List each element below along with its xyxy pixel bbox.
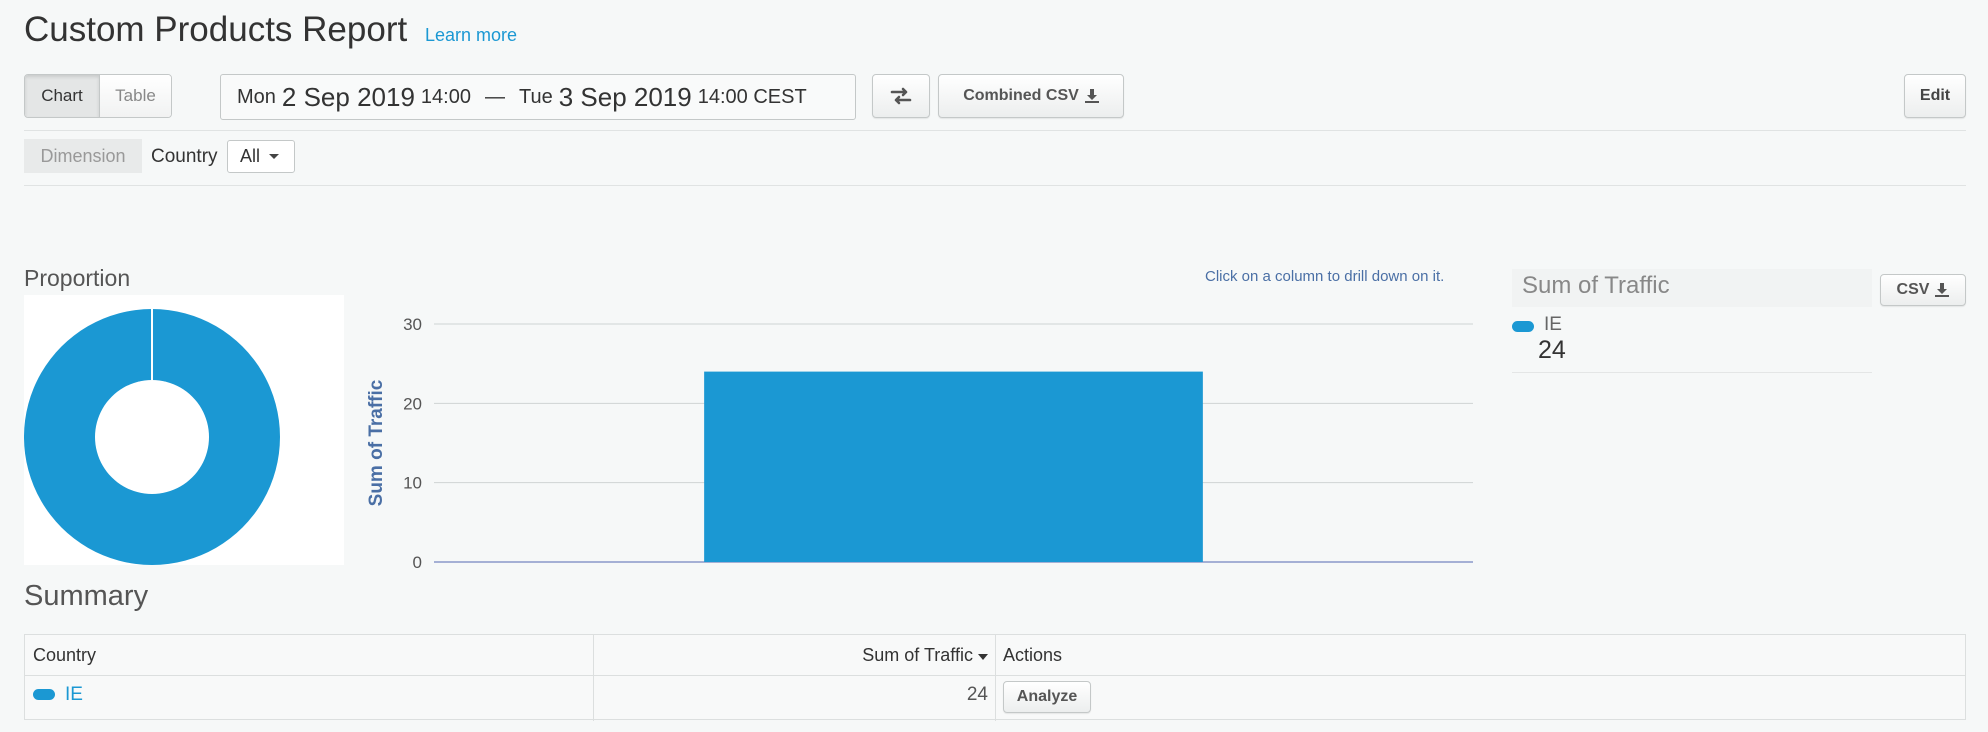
country-swatch <box>33 689 55 700</box>
sort-desc-icon <box>978 654 988 660</box>
end-day: Tue <box>518 85 553 108</box>
table-row: IE 24 Analyze <box>25 676 1965 720</box>
legend-panel-title: Sum of Traffic <box>1512 269 1872 307</box>
swap-button[interactable] <box>872 74 930 118</box>
tab-table[interactable]: Table <box>100 75 171 117</box>
combined-csv-button[interactable]: Combined CSV <box>938 74 1124 118</box>
start-day: Mon <box>237 85 276 108</box>
end-time: 14:00 CEST <box>697 85 807 108</box>
edit-button[interactable]: Edit <box>1904 74 1966 118</box>
y-tick-label: 20 <box>403 394 422 413</box>
start-time: 14:00 <box>420 85 471 108</box>
summary-header-row: Country Sum of Traffic Actions <box>25 635 1965 721</box>
start-date: 2 Sep 2019 <box>281 81 415 112</box>
swap-arrows-icon <box>890 87 912 105</box>
filter-divider <box>24 185 1966 186</box>
country-filter-label: Country <box>151 146 218 167</box>
y-tick-label: 0 <box>413 553 422 572</box>
country-select[interactable]: All <box>227 140 295 173</box>
summary-table: Country Sum of Traffic Actions IE 24 Ana… <box>24 634 1966 721</box>
proportion-title: Proportion <box>24 265 131 291</box>
y-tick-label: 30 <box>403 315 422 334</box>
download-icon <box>1935 283 1950 297</box>
dimension-label: Dimension <box>24 139 142 173</box>
legend-item-label: IE <box>1544 314 1562 335</box>
analyze-button[interactable]: Analyze <box>1003 681 1091 713</box>
csv-button[interactable]: CSV <box>1880 274 1966 306</box>
bar-ie[interactable] <box>704 371 1203 562</box>
learn-more-link[interactable]: Learn more <box>425 25 517 45</box>
column-header-traffic[interactable]: Sum of Traffic <box>594 645 994 666</box>
proportion-panel <box>23 295 344 565</box>
legend-item[interactable]: IE 24 <box>1512 312 1872 373</box>
traffic-value: 24 <box>966 684 988 705</box>
page-title: Custom Products Report Learn more <box>24 10 517 50</box>
toolbar-divider <box>24 130 1966 131</box>
legend-item-value: 24 <box>1538 336 1566 364</box>
column-header-actions: Actions <box>1003 645 1063 665</box>
chart-hint: Click on a column to drill down on it. <box>1205 268 1445 285</box>
column-header-country[interactable]: Country <box>33 645 96 666</box>
end-date: 3 Sep 2019 <box>558 81 692 112</box>
y-tick-label: 10 <box>403 474 422 493</box>
legend-swatch <box>1512 321 1534 332</box>
donut-chart <box>23 309 280 565</box>
summary-title: Summary <box>24 580 149 612</box>
report-title: Custom Products Report <box>24 10 408 49</box>
bar-chart: 0 10 20 30 Sum of Traffic <box>366 315 1473 572</box>
y-axis-title: Sum of Traffic <box>366 379 387 506</box>
tab-chart[interactable]: Chart <box>25 75 100 117</box>
date-separator: — <box>484 85 505 108</box>
view-toggle: Chart Table <box>24 74 172 118</box>
date-range-picker[interactable]: Mon 2 Sep 2019 14:00 — Tue 3 Sep 2019 14… <box>220 74 856 120</box>
download-icon <box>1084 89 1099 103</box>
country-link[interactable]: IE <box>65 684 83 706</box>
chevron-down-icon <box>269 153 280 159</box>
